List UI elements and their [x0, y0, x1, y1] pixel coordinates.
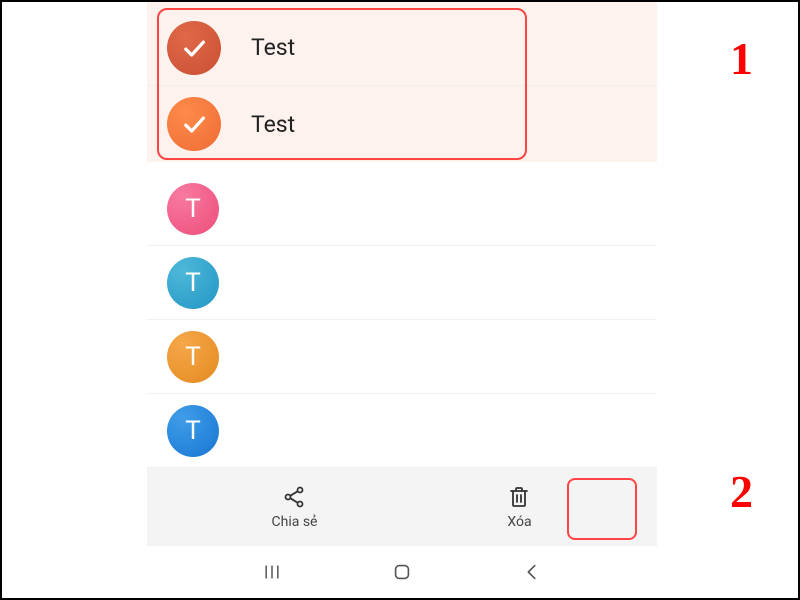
contact-row[interactable]: T [147, 394, 657, 468]
contacts-list: T T T T [147, 162, 657, 468]
checkmark-icon [180, 34, 208, 62]
avatar-letter: T [185, 268, 201, 298]
delete-button[interactable]: Xóa [506, 484, 532, 530]
share-icon [281, 484, 307, 510]
contact-avatar-checked [167, 21, 221, 75]
home-button[interactable] [388, 558, 416, 586]
home-icon [391, 561, 413, 583]
navigation-bar [147, 546, 657, 598]
recents-icon [260, 562, 284, 582]
avatar-letter: T [185, 416, 201, 446]
delete-label: Xóa [507, 514, 531, 530]
selected-contact-row[interactable]: Test [147, 86, 657, 162]
avatar-letter: T [185, 342, 201, 372]
contact-avatar: T [167, 405, 219, 457]
contact-row[interactable]: T [147, 320, 657, 394]
contact-avatar: T [167, 257, 219, 309]
checkmark-icon [180, 110, 208, 138]
contact-avatar: T [167, 331, 219, 383]
selected-contacts-section: Test Test [147, 2, 657, 162]
selected-contact-row[interactable]: Test [147, 10, 657, 86]
back-icon [521, 561, 543, 583]
trash-icon [506, 484, 532, 510]
share-button[interactable]: Chia sẻ [272, 484, 318, 530]
contact-name: Test [251, 34, 295, 61]
contact-name: Test [251, 111, 295, 138]
phone-screen: Test Test T T T [147, 2, 657, 598]
annotation-number-1: 1 [730, 32, 753, 85]
contact-row[interactable]: T [147, 246, 657, 320]
avatar-letter: T [185, 194, 201, 224]
contact-avatar: T [167, 183, 219, 235]
action-bar: Chia sẻ Xóa [147, 468, 657, 546]
contact-avatar-checked [167, 97, 221, 151]
recents-button[interactable] [258, 558, 286, 586]
share-label: Chia sẻ [272, 514, 318, 530]
contact-row[interactable]: T [147, 172, 657, 246]
annotation-number-2: 2 [730, 465, 753, 518]
back-button[interactable] [518, 558, 546, 586]
